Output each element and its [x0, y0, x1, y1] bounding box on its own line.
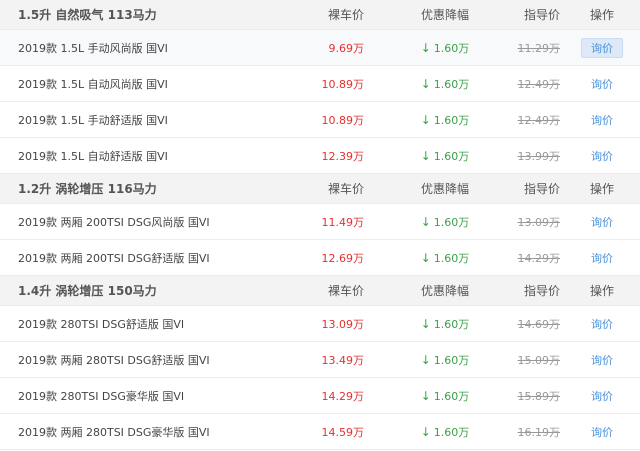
inquiry-button[interactable]: 询价 [581, 110, 623, 130]
header-discount: 优惠降幅 [420, 8, 469, 22]
discount: ↓ 1.60万 [421, 388, 470, 404]
table-row: 2019款 280TSI DSG舒适版 国VI 13.09万 ↓ 1.60万 14.69… [0, 306, 640, 342]
guide-price: 15.09万 [517, 353, 561, 367]
guide-price: 15.89万 [517, 389, 561, 403]
inquiry-button[interactable]: 询价 [581, 422, 623, 442]
table-row: 2019款 1.5L 手动风尚版 国VI 9.69万 ↓ 1.60万 11.29万 询价 [0, 30, 640, 66]
guide-price: 16.19万 [517, 425, 561, 439]
table-row: 2019款 280TSI DSG豪华版 国VI 14.29万 ↓ 1.60万 15.89… [0, 378, 640, 414]
header-dealer-price: 裸车价 [327, 8, 364, 22]
model-name: 2019款 1.5L 自动舒适版 国VI [18, 149, 168, 163]
arrow-down-icon: ↓ [420, 352, 431, 367]
table-row: 2019款 两厢 280TSI DSG舒适版 国VI 13.49万 ↓ 1.60万 15… [0, 342, 640, 378]
group-title: 1.2升 涡轮增压 116马力 [18, 182, 157, 196]
model-name: 2019款 两厢 200TSI DSG风尚版 国VI [18, 215, 210, 229]
guide-price: 14.69万 [517, 317, 561, 331]
arrow-down-icon: ↓ [420, 424, 431, 439]
discount-value: 1.60万 [433, 389, 470, 403]
guide-price: 12.49万 [517, 77, 561, 91]
price-table: 1.5升 自然吸气 113马力 裸车价 优惠降幅 指导价 操作 2019款 1.5L 手动… [0, 0, 640, 450]
model-name: 2019款 1.5L 手动舒适版 国VI [18, 113, 168, 127]
discount: ↓ 1.60万 [421, 316, 470, 332]
header-dealer-price: 裸车价 [327, 284, 364, 298]
table-row: 2019款 1.5L 自动风尚版 国VI 10.89万 ↓ 1.60万 12.49万 询价 [0, 66, 640, 102]
discount-value: 1.60万 [433, 215, 470, 229]
header-guide-price: 指导价 [523, 8, 560, 22]
model-name: 2019款 两厢 280TSI DSG舒适版 国VI [18, 353, 210, 367]
dealer-price: 12.39万 [321, 149, 365, 163]
discount-value: 1.60万 [433, 77, 470, 91]
header-discount: 优惠降幅 [420, 182, 469, 196]
discount-value: 1.60万 [433, 149, 470, 163]
inquiry-button[interactable]: 询价 [581, 74, 623, 94]
discount-value: 1.60万 [433, 317, 470, 331]
inquiry-button[interactable]: 询价 [581, 386, 623, 406]
table-row: 2019款 两厢 200TSI DSG风尚版 国VI 11.49万 ↓ 1.60万 13… [0, 204, 640, 240]
dealer-price: 14.59万 [321, 425, 365, 439]
discount-value: 1.60万 [433, 425, 470, 439]
arrow-down-icon: ↓ [420, 76, 431, 91]
dealer-price: 11.49万 [321, 215, 365, 229]
arrow-down-icon: ↓ [420, 214, 431, 229]
arrow-down-icon: ↓ [420, 112, 431, 127]
discount-value: 1.60万 [433, 41, 470, 55]
guide-price: 12.49万 [517, 113, 561, 127]
table-row: 2019款 1.5L 自动舒适版 国VI 12.39万 ↓ 1.60万 13.99万 询价 [0, 138, 640, 174]
dealer-price: 13.49万 [321, 353, 365, 367]
group-title: 1.4升 涡轮增压 150马力 [18, 284, 157, 298]
discount: ↓ 1.60万 [421, 214, 470, 230]
group-title: 1.5升 自然吸气 113马力 [18, 8, 157, 22]
model-name: 2019款 1.5L 自动风尚版 国VI [18, 77, 168, 91]
header-discount: 优惠降幅 [420, 284, 469, 298]
header-action: 操作 [589, 182, 614, 196]
header-guide-price: 指导价 [523, 182, 560, 196]
header-dealer-price: 裸车价 [327, 182, 364, 196]
header-guide-price: 指导价 [523, 284, 560, 298]
discount: ↓ 1.60万 [421, 148, 470, 164]
model-name: 2019款 280TSI DSG舒适版 国VI [18, 317, 185, 331]
inquiry-button[interactable]: 询价 [581, 146, 623, 166]
discount: ↓ 1.60万 [421, 76, 470, 92]
inquiry-button[interactable]: 询价 [581, 350, 623, 370]
group-header: 1.2升 涡轮增压 116马力 裸车价 优惠降幅 指导价 操作 [0, 174, 640, 204]
arrow-down-icon: ↓ [420, 250, 431, 265]
table-row: 2019款 两厢 280TSI DSG豪华版 国VI 14.59万 ↓ 1.60万 16… [0, 414, 640, 450]
dealer-price: 14.29万 [321, 389, 365, 403]
arrow-down-icon: ↓ [420, 388, 431, 403]
discount-value: 1.60万 [433, 353, 470, 367]
discount: ↓ 1.60万 [421, 112, 470, 128]
table-row: 2019款 1.5L 手动舒适版 国VI 10.89万 ↓ 1.60万 12.49万 询价 [0, 102, 640, 138]
inquiry-button[interactable]: 询价 [581, 212, 623, 232]
discount-value: 1.60万 [433, 251, 470, 265]
guide-price: 11.29万 [517, 41, 561, 55]
discount: ↓ 1.60万 [421, 250, 470, 266]
model-name: 2019款 两厢 280TSI DSG豪华版 国VI [18, 425, 210, 439]
model-name: 2019款 两厢 200TSI DSG舒适版 国VI [18, 251, 210, 265]
discount: ↓ 1.60万 [421, 40, 470, 56]
group-header: 1.4升 涡轮增压 150马力 裸车价 优惠降幅 指导价 操作 [0, 276, 640, 306]
header-action: 操作 [589, 8, 614, 22]
table-row: 2019款 两厢 200TSI DSG舒适版 国VI 12.69万 ↓ 1.60万 14… [0, 240, 640, 276]
guide-price: 14.29万 [517, 251, 561, 265]
arrow-down-icon: ↓ [420, 148, 431, 163]
discount: ↓ 1.60万 [421, 424, 470, 440]
group-header: 1.5升 自然吸气 113马力 裸车价 优惠降幅 指导价 操作 [0, 0, 640, 30]
dealer-price: 9.69万 [328, 41, 365, 55]
discount-value: 1.60万 [433, 113, 470, 127]
inquiry-button[interactable]: 询价 [581, 37, 623, 58]
inquiry-button[interactable]: 询价 [581, 248, 623, 268]
dealer-price: 10.89万 [321, 113, 365, 127]
dealer-price: 13.09万 [321, 317, 365, 331]
dealer-price: 12.69万 [321, 251, 365, 265]
dealer-price: 10.89万 [321, 77, 365, 91]
inquiry-button[interactable]: 询价 [581, 314, 623, 334]
model-name: 2019款 1.5L 手动风尚版 国VI [18, 41, 168, 55]
guide-price: 13.99万 [517, 149, 561, 163]
arrow-down-icon: ↓ [420, 40, 431, 55]
discount: ↓ 1.60万 [421, 352, 470, 368]
arrow-down-icon: ↓ [420, 316, 431, 331]
model-name: 2019款 280TSI DSG豪华版 国VI [18, 389, 185, 403]
guide-price: 13.09万 [517, 215, 561, 229]
header-action: 操作 [589, 284, 614, 298]
